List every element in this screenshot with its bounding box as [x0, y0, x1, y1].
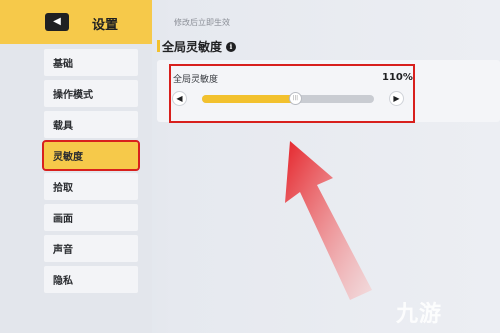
watermark-logo: 九游 [396, 302, 443, 327]
annotation-arrow-icon [285, 141, 372, 300]
